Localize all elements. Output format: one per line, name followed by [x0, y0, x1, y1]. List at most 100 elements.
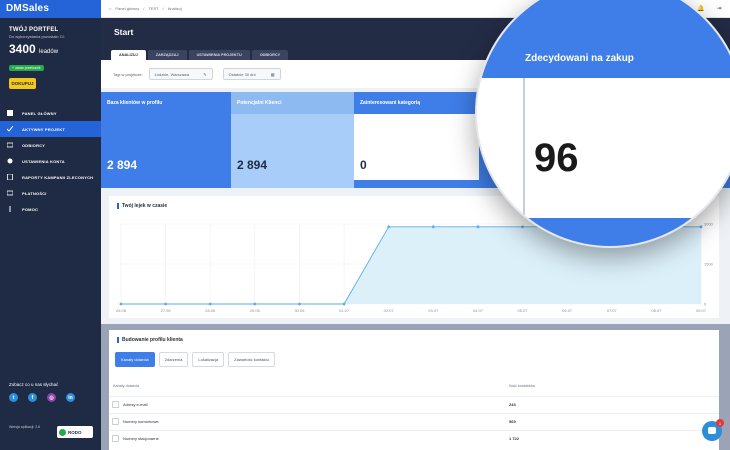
x-tick-label: 27.06 [161, 308, 172, 313]
x-tick-label: 08.07 [651, 308, 662, 313]
channel-name: Adresy e-mail [123, 401, 148, 407]
channel-count: 243 [509, 401, 516, 407]
profile-tabs: Kanały dotarcia Zdarzenia Lokalizacja Zawar… [115, 352, 275, 367]
twitter-icon[interactable]: t [9, 393, 18, 402]
data-point [164, 302, 168, 306]
wallet-title: TWÓJ PORTFEL [9, 27, 59, 33]
table-row[interactable]: Numery komórkowe 569 [109, 413, 719, 428]
x-tick-label: 05.07 [518, 308, 529, 313]
sidebar-item-label: ODBIORCY [22, 142, 46, 148]
converter-badge[interactable]: + ustaw przelicznik [9, 65, 44, 71]
app-root: DMSales TWÓJ PORTFEL Do wykorzystania po… [0, 0, 730, 450]
check-icon [6, 126, 13, 133]
tags-label: Tagi w projekcie: [113, 71, 143, 77]
sidebar-item-aktywny-projekt[interactable]: AKTYWNY PROJEKT [0, 121, 101, 137]
card-interested[interactable]: Zainteresowani kategorią 0 [354, 92, 479, 188]
profile-title: Budowanie profilu klienta [117, 337, 183, 343]
brand-logo[interactable]: DMSales [0, 0, 101, 18]
sidebar-item-odbiorcy[interactable]: ODBIORCY [0, 137, 101, 153]
data-point [387, 225, 391, 229]
sidebar-item-pomoc[interactable]: POMOC [0, 201, 101, 217]
profile-tab[interactable]: Zawartość kontaktu [228, 352, 275, 367]
x-tick-label: 28.06 [205, 308, 216, 313]
row-checkbox[interactable] [112, 417, 119, 425]
x-tick-label: 06.07 [562, 308, 573, 313]
page-title: Start [114, 27, 134, 37]
tab-zarz-dzaj[interactable]: ZARZĄDZAJ [147, 50, 187, 60]
tab-analizuj[interactable]: ANALIZUJ [111, 50, 146, 60]
tab-ustawienia-projektu[interactable]: USTAWIENIA PROJEKTU [188, 50, 250, 60]
sidebar-item-panel-g-wny[interactable]: PANEL GŁÓWNY [0, 105, 101, 121]
chat-badge: 1 [716, 419, 724, 427]
report-icon [6, 174, 13, 181]
data-point [253, 302, 257, 306]
data-point [298, 302, 301, 306]
row-checkbox[interactable] [112, 400, 119, 408]
calendar-icon[interactable]: ▦ [271, 72, 275, 77]
sidebar-item-label: AKTYWNY PROJEKT [22, 126, 66, 132]
profile-tab[interactable]: Kanały dotarcia [115, 352, 155, 367]
x-tick-label: 02.07 [384, 308, 395, 313]
gear-icon [6, 158, 13, 165]
sidebar-item-p-atno-ci[interactable]: PŁATNOŚCI [0, 185, 101, 201]
rodo-badge: RODO [57, 426, 93, 438]
card-icon [6, 190, 13, 197]
wallet-subtitle: Do wykorzystania pozostało Ci: [9, 34, 65, 39]
sidebar: DMSales TWÓJ PORTFEL Do wykorzystania po… [0, 0, 101, 450]
sidebar-item-label: PANEL GŁÓWNY [22, 110, 57, 116]
table-row[interactable]: Adresy e-mail 243 [109, 396, 719, 411]
profile-panel: Budowanie profilu klienta Kanały dotarci… [109, 330, 719, 450]
sidebar-item-label: RAPORTY KAMPANII ZLECONYCH [22, 174, 94, 180]
data-point [208, 302, 212, 306]
table-header: Kanały dotarcia Ilość kontaktów [113, 384, 535, 388]
date-range-select[interactable]: Ostatnie 30 dni ▦ [222, 68, 281, 80]
sidebar-item-ustawienia-konta[interactable]: USTAWIENIA KONTA [0, 153, 101, 169]
social-links: t f ◎ in [9, 393, 75, 402]
wallet-panel: TWÓJ PORTFEL Do wykorzystania pozostało … [0, 18, 101, 95]
x-tick-label: 09.07 [696, 308, 707, 313]
breadcrumb-item[interactable]: TEST [148, 6, 158, 11]
decided-to-buy-label: Zdecydowani na zakup [525, 53, 634, 64]
rodo-check-icon [59, 428, 66, 436]
sidebar-item-label: PŁATNOŚCI [22, 190, 47, 196]
row-checkbox[interactable] [112, 434, 119, 442]
card-potential-clients[interactable]: Potencjalni Klienci 2 894 [231, 92, 354, 188]
project-tabs: ANALIZUJ ZARZĄDZAJ USTAWIENIA PROJEKTU ODBI… [111, 50, 289, 60]
tab-odbiorcy[interactable]: ODBIORCY [251, 50, 289, 60]
profile-tab[interactable]: Lokalizacja [192, 352, 225, 367]
sidebar-item-label: USTAWIENIA KONTA [22, 158, 65, 164]
instagram-icon[interactable]: ◎ [47, 393, 56, 402]
x-tick-label: 29.06 [250, 308, 261, 313]
y-tick-label: 1500 [704, 262, 714, 267]
sidebar-item-raporty-kampanii-zleconych[interactable]: RAPORTY KAMPANII ZLECONYCH [0, 169, 101, 185]
x-tick-label: 26.06 [116, 308, 127, 313]
channel-name: Numery komórkowe [123, 418, 159, 424]
chat-icon [708, 427, 716, 434]
linkedin-icon[interactable]: in [66, 393, 75, 402]
tags-filter[interactable]: Łódzkie, Warszawa ✎ [148, 68, 213, 80]
data-point [119, 302, 123, 306]
breadcrumb-item: Analizuj [167, 6, 182, 11]
channel-name: Numery stacjonarne [123, 435, 159, 441]
x-tick-label: 07.07 [607, 308, 618, 313]
x-tick-label: 01.07 [339, 308, 350, 313]
home-icon[interactable]: ⌂ [109, 6, 111, 11]
data-point [431, 225, 435, 229]
channel-count: 569 [509, 418, 516, 424]
channel-count: 1 722 [509, 435, 520, 441]
facebook-icon[interactable]: f [28, 393, 37, 402]
edit-icon[interactable]: ✎ [203, 72, 206, 77]
breadcrumb-item[interactable]: Panel główny [115, 6, 139, 11]
profile-tab[interactable]: Zdarzenia [158, 352, 189, 367]
x-tick-label: 30.06 [294, 308, 305, 313]
data-point [342, 302, 346, 306]
dashboard-icon [6, 110, 13, 117]
social-title: Zobacz co u nas słychać [9, 382, 59, 387]
leads-count: 3400 leadów [9, 42, 59, 56]
table-row[interactable]: Numery stacjonarne 1 722 [109, 430, 719, 445]
x-tick-label: 04.07 [473, 308, 484, 313]
card-customer-base[interactable]: Baza klientów w profilu 2 894 [101, 92, 231, 188]
buy-leads-button[interactable]: DOKUPUJ [9, 78, 36, 89]
breadcrumb: ⌂ Panel główny / TEST / Analizuj [109, 6, 182, 11]
sidebar-item-label: POMOC [22, 206, 39, 212]
